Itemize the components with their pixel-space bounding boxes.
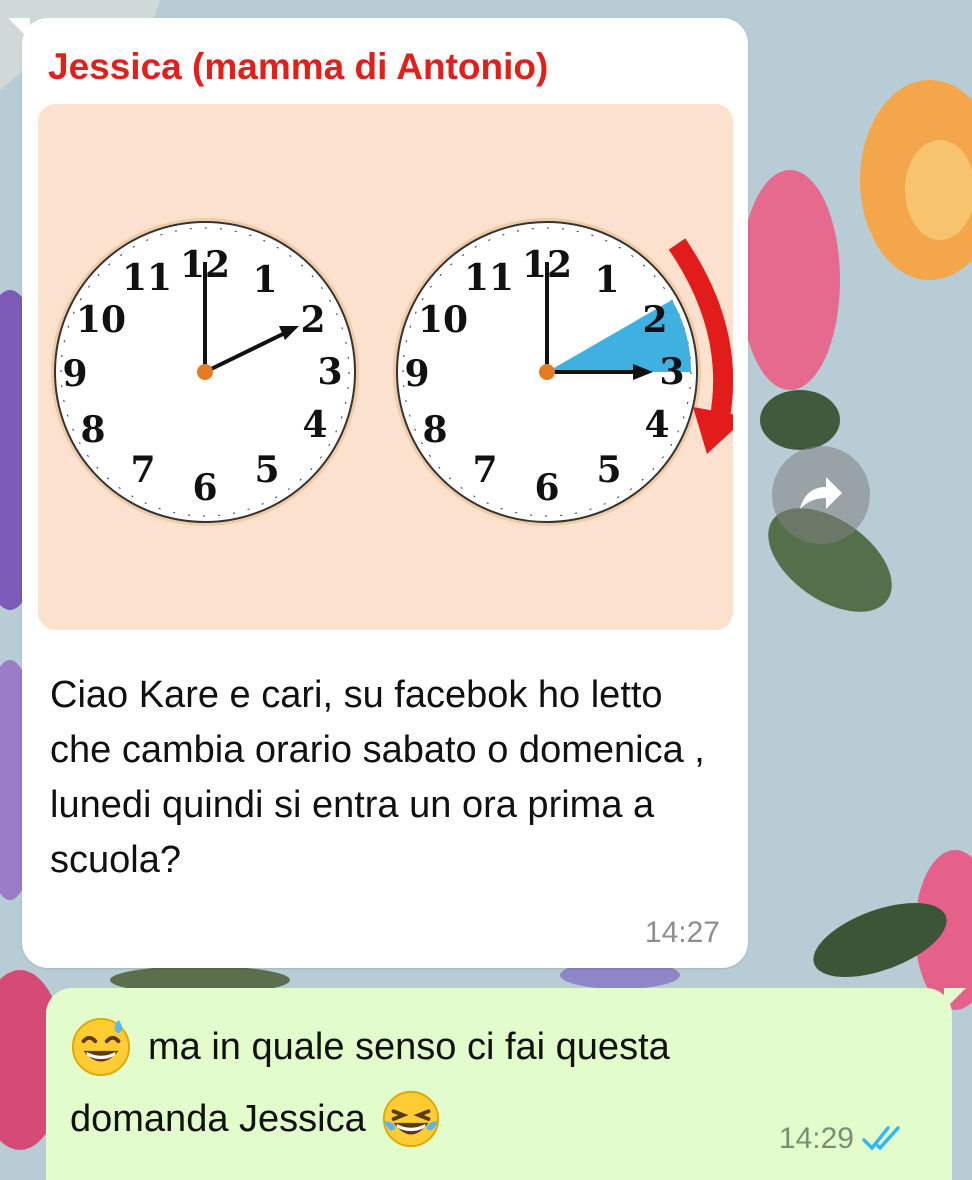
svg-text:9: 9 (62, 353, 87, 395)
svg-text:11: 11 (464, 257, 514, 299)
tears-of-joy-emoji (380, 1088, 442, 1150)
svg-text:1: 1 (594, 259, 619, 301)
svg-text:6: 6 (534, 467, 559, 509)
grinning-sweat-emoji (70, 1016, 132, 1078)
svg-text:8: 8 (80, 409, 105, 451)
sender-name[interactable]: Jessica (mamma di Antonio) (48, 46, 548, 88)
svg-text:2: 2 (300, 299, 325, 341)
forward-arrow-icon (800, 477, 842, 509)
clock-left: 12 1 2 3 4 5 6 7 8 9 10 11 (51, 218, 359, 526)
svg-text:2: 2 (642, 299, 667, 341)
svg-text:4: 4 (644, 404, 669, 446)
svg-text:9: 9 (404, 353, 429, 395)
outgoing-message-text-line1: ma in quale senso ci fai questa (148, 1025, 670, 1068)
outgoing-message-bubble[interactable]: ma in quale senso ci fai questa domanda … (46, 988, 966, 1180)
svg-text:4: 4 (302, 404, 327, 446)
svg-text:3: 3 (659, 351, 684, 393)
svg-text:7: 7 (130, 449, 155, 491)
message-image-clock-change[interactable]: 12 1 2 3 4 5 6 7 8 9 10 11 12 1 2 3 4 5 … (38, 104, 733, 630)
double-check-read-icon (862, 1126, 900, 1151)
svg-text:6: 6 (192, 467, 217, 509)
svg-text:8: 8 (422, 409, 447, 451)
incoming-message-bubble[interactable]: Jessica (mamma di Antonio) 12 1 2 3 4 5 … (8, 18, 748, 968)
forward-button[interactable] (772, 446, 870, 544)
svg-text:5: 5 (596, 449, 621, 491)
outgoing-message-text-line2: domanda Jessica (70, 1097, 366, 1140)
incoming-message-text: Ciao Kare e cari, su facebok ho letto ch… (50, 674, 705, 881)
svg-text:3: 3 (317, 351, 342, 393)
svg-text:1: 1 (252, 259, 277, 301)
svg-text:7: 7 (472, 449, 497, 491)
outgoing-message-time: 14:29 (778, 1122, 854, 1155)
incoming-message-time: 14:27 (644, 916, 720, 949)
svg-text:10: 10 (76, 299, 126, 341)
svg-text:11: 11 (122, 257, 172, 299)
svg-text:10: 10 (418, 299, 468, 341)
svg-text:5: 5 (254, 449, 279, 491)
